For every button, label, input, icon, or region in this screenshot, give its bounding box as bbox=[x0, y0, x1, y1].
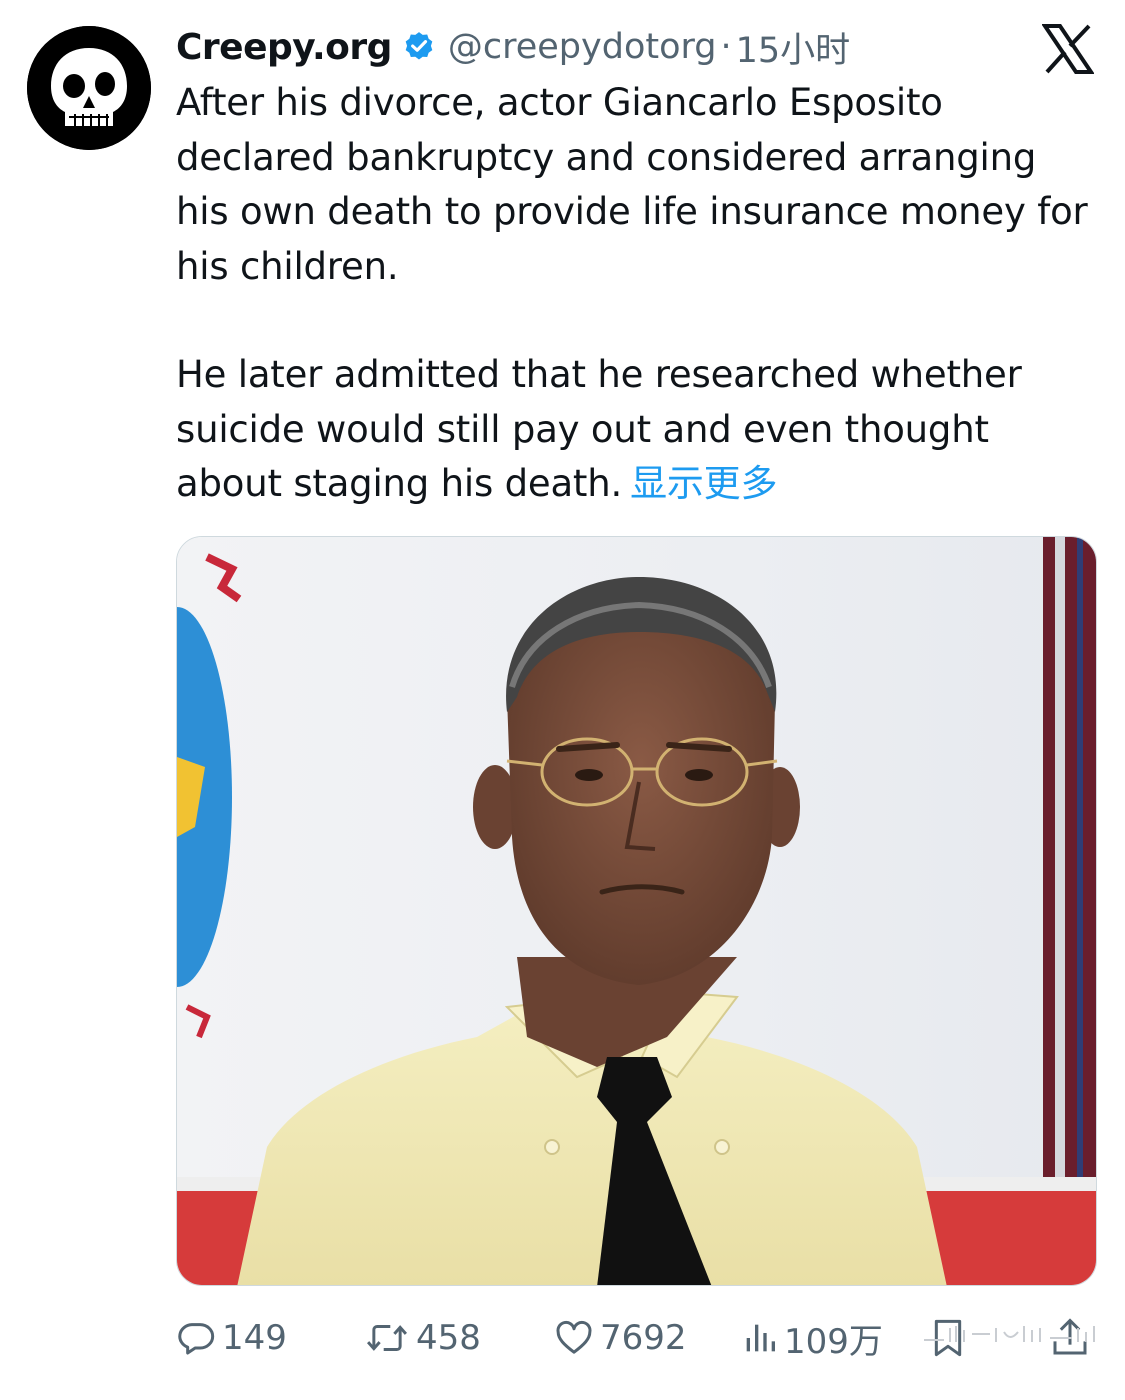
show-more-link[interactable]: 显示更多 bbox=[630, 462, 777, 505]
reply-button[interactable]: 149 bbox=[176, 1310, 287, 1366]
display-name[interactable]: Creepy.org bbox=[176, 27, 392, 68]
views-count: 109万 bbox=[784, 1321, 883, 1362]
skull-icon bbox=[27, 26, 151, 150]
photo-man-in-yellow-shirt bbox=[177, 537, 1096, 1285]
views-button[interactable]: 109万 bbox=[742, 1310, 883, 1366]
repost-icon bbox=[366, 1325, 408, 1351]
tweet-header: Creepy.org @creepydotorg · 15小时 bbox=[176, 22, 850, 72]
avatar[interactable] bbox=[27, 26, 151, 150]
heart-icon bbox=[556, 1320, 592, 1354]
repost-count: 458 bbox=[416, 1318, 481, 1358]
tweet-paragraph-2: He later admitted that he researched whe… bbox=[176, 348, 1096, 512]
repost-button[interactable]: 458 bbox=[364, 1310, 481, 1366]
reply-icon bbox=[178, 1323, 215, 1355]
like-count: 7692 bbox=[600, 1318, 687, 1358]
reply-count: 149 bbox=[222, 1318, 287, 1358]
watermark-icon bbox=[924, 1326, 1095, 1342]
tweet-paragraph-1: After his divorce, actor Giancarlo Espos… bbox=[176, 81, 1088, 288]
tweet-paragraph-2-text: He later admitted that he researched whe… bbox=[176, 353, 1022, 505]
separator: · bbox=[720, 27, 732, 67]
tweet-card: Creepy.org @creepydotorg · 15小时 After hi… bbox=[0, 0, 1125, 1400]
handle[interactable]: @creepydotorg bbox=[448, 27, 717, 67]
tweet-media[interactable] bbox=[176, 536, 1097, 1286]
x-logo-icon bbox=[1042, 24, 1094, 74]
tweet-text: After his divorce, actor Giancarlo Espos… bbox=[176, 76, 1096, 512]
timestamp[interactable]: 15小时 bbox=[736, 22, 851, 73]
like-button[interactable]: 7692 bbox=[554, 1310, 687, 1366]
views-chart-icon bbox=[746, 1324, 775, 1352]
verified-badge-icon bbox=[405, 32, 433, 60]
